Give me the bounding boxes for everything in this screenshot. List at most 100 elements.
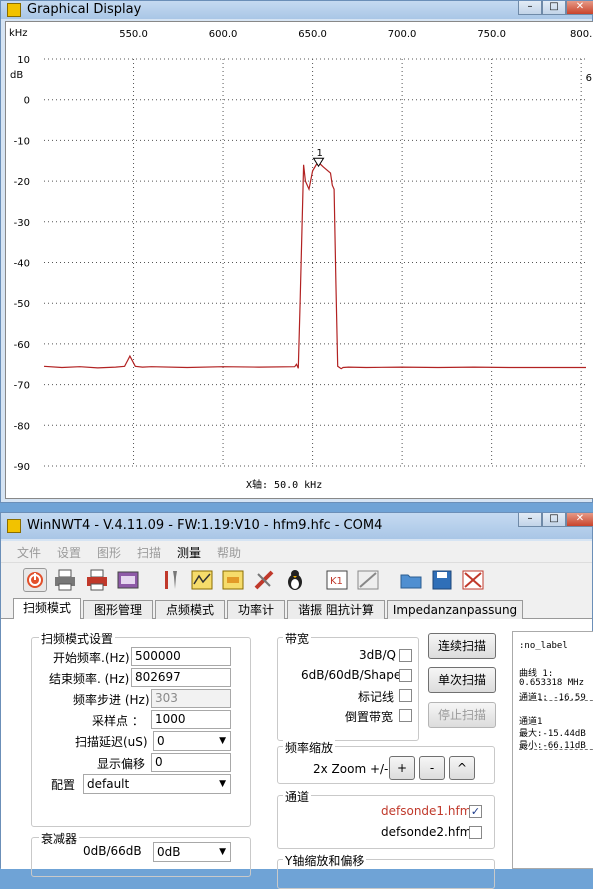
attenuator-label: 0dB/66dB: [83, 844, 142, 858]
main-window: WinNWT4 - V.4.11.09 - FW:1.19:V10 - hfm9…: [0, 512, 593, 889]
menu-help[interactable]: 帮助: [217, 544, 241, 561]
menu-file[interactable]: 文件: [17, 544, 41, 561]
print-color-icon[interactable]: [85, 568, 109, 592]
sweep-chart: 550.0 600.0 650.0 700.0 750.0 800. 10 0 -10 -20 -3…: [9, 28, 592, 491]
menu-measure[interactable]: 测量: [177, 544, 201, 561]
y-tick-label: -40: [14, 259, 30, 270]
chart-settings-icon[interactable]: [221, 568, 245, 592]
x-unit-label: kHz: [9, 28, 28, 39]
menu-graph[interactable]: 图形: [97, 544, 121, 561]
minimize-button[interactable]: –: [518, 1, 542, 15]
svg-text:K1: K1: [330, 576, 343, 587]
close-button[interactable]: ✕: [566, 1, 593, 15]
x-tick-label: 550.0: [119, 29, 148, 40]
step-input: 303: [151, 689, 231, 708]
linux-penguin-icon[interactable]: [283, 568, 307, 592]
bw-inverted-checkbox[interactable]: [399, 709, 412, 722]
channel1-checkbox[interactable]: ✓: [469, 805, 482, 818]
minimize-button[interactable]: –: [518, 513, 542, 527]
zoom-out-button[interactable]: -: [419, 756, 445, 780]
start-freq-label: 开始频率.(Hz): [53, 651, 130, 665]
right-unit-marker: 6: [586, 73, 592, 84]
y-axis-title: Y轴缩放和偏移: [283, 852, 367, 869]
bw-marker-checkbox[interactable]: [399, 689, 412, 702]
sweep-mode-panel: 扫频模式设置 开始频率.(Hz) 500000 结束频率. (Hz) 80269…: [1, 619, 593, 889]
maximize-button[interactable]: □: [542, 1, 566, 15]
sweep-settings-title: 扫频模式设置: [39, 630, 116, 647]
toolbar: K1: [1, 563, 592, 597]
end-freq-label: 结束频率. (Hz): [49, 672, 130, 686]
attenuator-select-value: 0dB: [157, 845, 181, 859]
open-folder-icon[interactable]: [399, 568, 423, 592]
maximize-button[interactable]: □: [542, 513, 566, 527]
config-select-value: default: [87, 777, 130, 791]
y-tick-label: -10: [14, 136, 30, 147]
clear-icon[interactable]: [461, 568, 485, 592]
end-freq-input[interactable]: 802697: [131, 668, 231, 687]
graph-window-title: Graphical Display: [27, 2, 142, 17]
points-input[interactable]: 1000: [151, 710, 231, 729]
attenuator-title: 衰减器: [39, 830, 80, 847]
chevron-down-icon: ▼: [219, 779, 226, 789]
channel-title: 通道: [283, 788, 312, 805]
graph-icon[interactable]: [190, 568, 214, 592]
bandwidth-group: [277, 637, 419, 741]
power-icon[interactable]: [23, 568, 47, 592]
close-button[interactable]: ✕: [566, 513, 593, 527]
graph-window: Graphical Display – □ ✕ 550.0 600.0 650.0 7…: [0, 0, 593, 503]
freq-zoom-title: 频率缩放: [283, 739, 336, 756]
config-select[interactable]: default ▼: [83, 774, 231, 794]
tab-resonance-impedance[interactable]: 谐振 阻抗计算: [287, 600, 385, 619]
menu-settings[interactable]: 设置: [57, 544, 81, 561]
trace-line: [43, 161, 586, 370]
export-icon[interactable]: [116, 568, 140, 592]
bw-marker-label: 标记线: [358, 690, 395, 704]
chevron-down-icon: ▼: [219, 847, 226, 857]
delay-label: 扫描延迟(uS): [75, 735, 148, 749]
x-tick-label: 800.: [570, 29, 592, 40]
delay-select[interactable]: 0 ▼: [153, 731, 231, 751]
calibrate-icon[interactable]: [252, 568, 276, 592]
single-sweep-button[interactable]: 单次扫描: [428, 667, 496, 693]
k1-calibration-icon[interactable]: K1: [325, 568, 349, 592]
y-tick-label: -50: [14, 299, 30, 310]
main-window-title: WinNWT4 - V.4.11.09 - FW:1.19:V10 - hfm9…: [27, 518, 383, 533]
save-icon[interactable]: [430, 568, 454, 592]
bw-shape-label: 6dB/60dB/Shape: [301, 668, 402, 682]
stop-sweep-button: 停止扫描: [428, 702, 496, 728]
print-icon[interactable]: [53, 568, 77, 592]
tools-icon[interactable]: [159, 568, 183, 592]
y-tick-label: -80: [14, 421, 30, 432]
tab-spot-frequency[interactable]: 点频模式: [155, 600, 225, 619]
x-tick-label: 700.0: [388, 29, 417, 40]
y-tick-label: -90: [14, 462, 30, 473]
start-freq-input[interactable]: 500000: [131, 647, 231, 666]
bw-shape-checkbox[interactable]: [399, 669, 412, 682]
channel2-checkbox[interactable]: [469, 826, 482, 839]
x-axis-note: X轴: 50.0 kHz: [246, 478, 322, 491]
menu-sweep[interactable]: 扫描: [137, 544, 161, 561]
plot-area[interactable]: 550.0 600.0 650.0 700.0 750.0 800. 10 0 -10 -20 -3…: [5, 21, 593, 499]
menu-bar: 文件 设置 图形 扫描 测量 帮助: [1, 541, 592, 563]
info-divider: [519, 749, 593, 750]
y-tick-label: -70: [14, 381, 30, 392]
tab-bar: 扫频模式 图形管理 点频模式 功率计 谐振 阻抗计算 Impedanzanpas…: [1, 597, 592, 620]
chevron-down-icon: ▼: [219, 736, 226, 746]
tab-power-meter[interactable]: 功率计: [227, 600, 285, 619]
zoom-in-button[interactable]: +: [389, 756, 415, 780]
bw-3db-checkbox[interactable]: [399, 649, 412, 662]
main-titlebar[interactable]: WinNWT4 - V.4.11.09 - FW:1.19:V10 - hfm9…: [1, 513, 593, 539]
continuous-sweep-button[interactable]: 连续扫描: [428, 633, 496, 659]
graph-titlebar[interactable]: Graphical Display – □ ✕: [1, 1, 593, 19]
k2-calibration-icon[interactable]: [356, 568, 380, 592]
attenuator-select[interactable]: 0dB ▼: [153, 842, 231, 862]
offset-input[interactable]: 0: [151, 753, 231, 772]
delay-select-value: 0: [157, 734, 165, 748]
bw-3db-label: 3dB/Q: [359, 648, 396, 662]
channel2-label: defsonde2.hfm: [381, 825, 472, 839]
tab-graph-management[interactable]: 图形管理: [83, 600, 153, 619]
tab-impedance-matching[interactable]: Impedanzanpassung: [387, 600, 523, 619]
y-tick-label: -30: [14, 218, 30, 229]
zoom-reset-button[interactable]: ^: [449, 756, 475, 780]
tab-sweep-mode[interactable]: 扫频模式: [13, 598, 81, 620]
